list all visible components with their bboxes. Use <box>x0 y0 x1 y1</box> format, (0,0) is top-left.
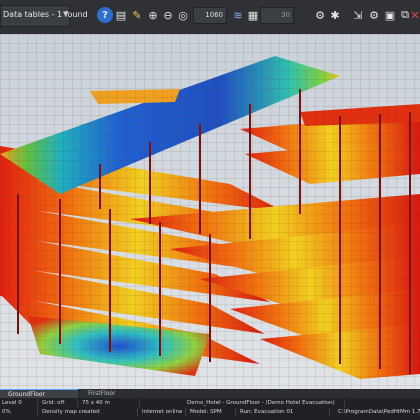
status-grid: Grid: off <box>40 399 78 407</box>
speed-input[interactable]: 30 <box>260 7 294 24</box>
zoom-input[interactable]: 1060 <box>193 7 227 24</box>
zoom-fit-icon[interactable]: ◎ <box>175 7 191 23</box>
status-model: Model: SPM <box>188 408 236 416</box>
tab-first-floor[interactable]: FirstFloor <box>80 389 116 398</box>
layout-icon[interactable]: ▣ <box>382 7 398 23</box>
zoom-in-icon[interactable]: ⊕ <box>145 7 161 23</box>
view-select[interactable]: Data tables - 1 found ▼ <box>0 5 88 27</box>
close-icon[interactable]: ✕ <box>410 7 420 23</box>
status-size: 75 x 40 m <box>80 399 140 407</box>
density-map-render <box>0 34 420 389</box>
status-connection: Internet online <box>140 408 186 416</box>
status-bar: Level 0 Grid: off 75 x 40 m Demo_Hotel -… <box>0 398 420 420</box>
status-model-path: Demo_Hotel - GroundFloor - (Demo Hotel E… <box>185 399 345 407</box>
status-run: Run: Evacuation 01 <box>238 408 330 416</box>
view-select-value: Data tables - 1 found <box>3 10 88 19</box>
status-progress: 0% <box>0 408 38 416</box>
grid-settings-icon[interactable]: ⚙ <box>366 7 382 23</box>
3d-density-viewport[interactable] <box>0 34 420 389</box>
floor-tabs: GroundFloor FirstFloor <box>0 389 420 398</box>
status-file-path: C:\ProgramData\PedHtMm 1.70\ <box>338 409 420 415</box>
display-options-icon[interactable]: ✱ <box>327 7 343 23</box>
pencil-icon[interactable]: ✎ <box>129 7 145 23</box>
print-icon[interactable]: ▤ <box>113 7 129 23</box>
status-level: Level 0 <box>0 399 38 407</box>
zoom-out-icon[interactable]: ⊖ <box>160 7 176 23</box>
export-icon[interactable]: ⇲ <box>350 7 366 23</box>
help-icon[interactable]: ? <box>97 7 113 23</box>
toolbar: Data tables - 1 found ▼ ? ▤ ✎ ⊕ ⊖ ◎ 1060… <box>0 0 420 35</box>
tab-ground-floor[interactable]: GroundFloor <box>0 389 78 398</box>
layers-icon[interactable]: ≋ <box>230 7 246 23</box>
chevron-down-icon[interactable]: ▼ <box>63 10 68 18</box>
settings-icon[interactable]: ⚙ <box>312 7 328 23</box>
status-progress-text: Density map created <box>40 408 138 416</box>
grid-icon[interactable]: ▦ <box>245 7 261 23</box>
